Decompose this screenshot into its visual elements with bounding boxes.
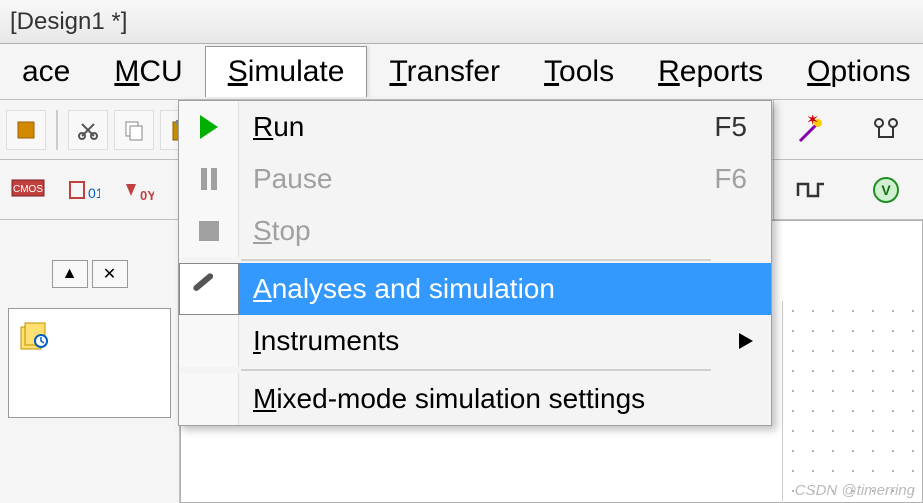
- scissors-icon: [76, 118, 100, 142]
- svg-text:V: V: [881, 182, 891, 198]
- tool-icon: [14, 118, 38, 142]
- misc-icon: 01: [64, 176, 100, 204]
- title-text: [Design1 *]: [10, 8, 127, 36]
- tool-probe[interactable]: ✶: [790, 109, 832, 151]
- tool-net[interactable]: [865, 109, 907, 151]
- menu-reports[interactable]: Reports: [636, 47, 785, 97]
- grid-area: [782, 301, 922, 501]
- shortcut-pause: F6: [690, 163, 771, 195]
- panel-collapse-button[interactable]: ▲: [52, 260, 88, 288]
- squarewave-icon: [796, 180, 826, 200]
- menu-tools[interactable]: Tools: [522, 47, 636, 97]
- tool-voltmeter[interactable]: V: [865, 169, 907, 211]
- wrench-icon: [192, 272, 226, 306]
- svg-text:01: 01: [88, 185, 100, 201]
- copy-icon: [122, 118, 146, 142]
- menu-transfer[interactable]: Transfer: [367, 47, 522, 97]
- tool-generic-1[interactable]: [6, 110, 46, 150]
- toolbar-separator: [56, 110, 58, 150]
- panel-body: [8, 308, 171, 418]
- voltmeter-icon: V: [871, 175, 901, 205]
- tool-cut[interactable]: [68, 110, 108, 150]
- title-bar: [Design1 *]: [0, 0, 923, 44]
- watermark: CSDN @timerring: [795, 482, 915, 499]
- tool-copy[interactable]: [114, 110, 154, 150]
- simulate-dropdown: Run F5 Pause F6 Stop Analyses and simula…: [178, 100, 772, 426]
- comp-misc[interactable]: 01: [60, 168, 104, 212]
- play-icon: [200, 115, 218, 139]
- menu-mcu[interactable]: MCU: [92, 47, 204, 97]
- menu-separator: [241, 259, 711, 261]
- menu-item-pause: Pause F6: [179, 153, 771, 205]
- menu-place[interactable]: ace: [0, 47, 92, 97]
- menu-separator: [241, 369, 711, 371]
- menu-item-stop: Stop: [179, 205, 771, 257]
- pause-icon: [201, 168, 217, 190]
- shortcut-run: F5: [690, 111, 771, 143]
- svg-text:0Y: 0Y: [140, 188, 154, 203]
- net-icon: [871, 115, 901, 145]
- stop-icon: [199, 221, 219, 241]
- document-stack-icon: [17, 317, 53, 353]
- source-icon: 0Y: [118, 176, 154, 204]
- cmos-icon: CMOS: [10, 176, 46, 204]
- comp-source[interactable]: 0Y: [114, 168, 158, 212]
- svg-text:✶: ✶: [806, 115, 819, 129]
- comp-cmos[interactable]: CMOS: [6, 168, 50, 212]
- probe-icon: ✶: [796, 115, 826, 145]
- up-arrow-icon: ▲: [62, 265, 78, 283]
- menu-bar: ace MCU Simulate Transfer Tools Reports …: [0, 44, 923, 100]
- tool-wave[interactable]: [790, 169, 832, 211]
- menu-item-analyses[interactable]: Analyses and simulation: [179, 263, 771, 315]
- svg-text:CMOS: CMOS: [13, 184, 43, 195]
- menu-item-run[interactable]: Run F5: [179, 101, 771, 153]
- right-toolbar: ✶ V: [773, 100, 923, 220]
- menu-item-instruments[interactable]: Instruments: [179, 315, 771, 367]
- panel-close-button[interactable]: ✕: [92, 260, 128, 288]
- menu-item-mixed-mode[interactable]: Mixed-mode simulation settings: [179, 373, 771, 425]
- menu-options[interactable]: Options: [785, 47, 923, 97]
- menu-simulate[interactable]: Simulate: [205, 46, 368, 97]
- submenu-arrow-icon: [739, 333, 753, 349]
- side-panel: ▲ ✕: [0, 220, 180, 503]
- close-icon: ✕: [103, 264, 116, 284]
